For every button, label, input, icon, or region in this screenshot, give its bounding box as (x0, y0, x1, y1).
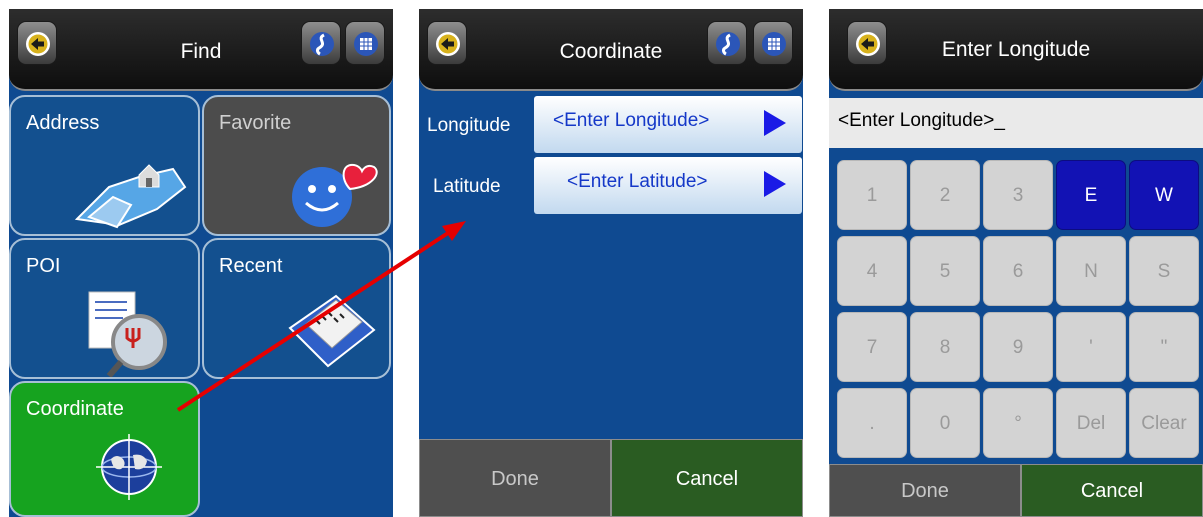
title-bar: Coordinate (419, 9, 803, 91)
done-button[interactable]: Done (829, 464, 1021, 517)
cancel-button[interactable]: Cancel (1021, 464, 1203, 517)
key-degree[interactable]: ° (983, 388, 1053, 458)
done-button[interactable]: Done (419, 439, 611, 517)
tile-label: Recent (219, 255, 283, 277)
key-north[interactable]: N (1056, 236, 1126, 306)
key-delete[interactable]: Del (1056, 388, 1126, 458)
key-east[interactable]: E (1056, 160, 1126, 230)
tile-recent[interactable]: Recent (202, 238, 391, 379)
key-5[interactable]: 5 (910, 236, 980, 306)
tile-poi[interactable]: POI (9, 238, 200, 379)
poi-magnifier-icon (88, 291, 167, 377)
favorite-smiley-heart-icon (292, 163, 378, 227)
tile-label: Address (26, 112, 100, 134)
latitude-field[interactable]: <Enter Latitude> (534, 157, 802, 214)
tile-label: Favorite (219, 112, 292, 134)
route-icon (716, 32, 740, 56)
longitude-input-value: <Enter Longitude>_ (838, 110, 1005, 131)
latitude-value: <Enter Latitude> (567, 171, 708, 192)
key-7[interactable]: 7 (837, 312, 907, 382)
tile-favorite[interactable]: Favorite (202, 95, 391, 236)
key-seconds[interactable]: " (1129, 312, 1199, 382)
enter-longitude-screen: Enter Longitude <Enter Longitude>_ 1 2 3… (829, 9, 1203, 517)
menu-button[interactable] (753, 21, 793, 65)
key-south[interactable]: S (1129, 236, 1199, 306)
title-bar: Enter Longitude (829, 9, 1203, 91)
cancel-button[interactable]: Cancel (611, 439, 803, 517)
menu-icon (354, 32, 378, 56)
route-button[interactable] (301, 21, 341, 65)
chevron-right-icon (764, 171, 786, 197)
title-bar: Find (9, 9, 393, 91)
key-6[interactable]: 6 (983, 236, 1053, 306)
address-map-icon (74, 164, 187, 229)
find-screen: Find Address Favorite POI Recent Coordin… (9, 9, 393, 517)
tile-address[interactable]: Address (9, 95, 200, 236)
key-8[interactable]: 8 (910, 312, 980, 382)
recent-book-icon (288, 294, 376, 368)
tile-label: Coordinate (26, 398, 124, 420)
key-3[interactable]: 3 (983, 160, 1053, 230)
coordinate-screen: Coordinate Longitude <Enter Longitude> L… (419, 9, 803, 517)
tile-coordinate[interactable]: Coordinate (9, 381, 200, 517)
key-4[interactable]: 4 (837, 236, 907, 306)
longitude-value: <Enter Longitude> (553, 110, 710, 131)
key-minutes[interactable]: ' (1056, 312, 1126, 382)
key-9[interactable]: 9 (983, 312, 1053, 382)
menu-button[interactable] (345, 21, 385, 65)
key-0[interactable]: 0 (910, 388, 980, 458)
globe-icon (96, 434, 162, 500)
tile-label: POI (26, 255, 61, 277)
route-button[interactable] (707, 21, 747, 65)
longitude-input[interactable]: <Enter Longitude>_ (829, 98, 1203, 148)
page-title: Enter Longitude (941, 38, 1091, 61)
chevron-right-icon (764, 110, 786, 136)
longitude-label: Longitude (427, 115, 511, 136)
menu-icon (762, 32, 786, 56)
latitude-label: Latitude (433, 176, 501, 197)
key-1[interactable]: 1 (837, 160, 907, 230)
key-decimal[interactable]: . (837, 388, 907, 458)
key-2[interactable]: 2 (910, 160, 980, 230)
key-clear[interactable]: Clear (1129, 388, 1199, 458)
route-icon (310, 32, 334, 56)
longitude-field[interactable]: <Enter Longitude> (534, 96, 802, 153)
key-west[interactable]: W (1129, 160, 1199, 230)
